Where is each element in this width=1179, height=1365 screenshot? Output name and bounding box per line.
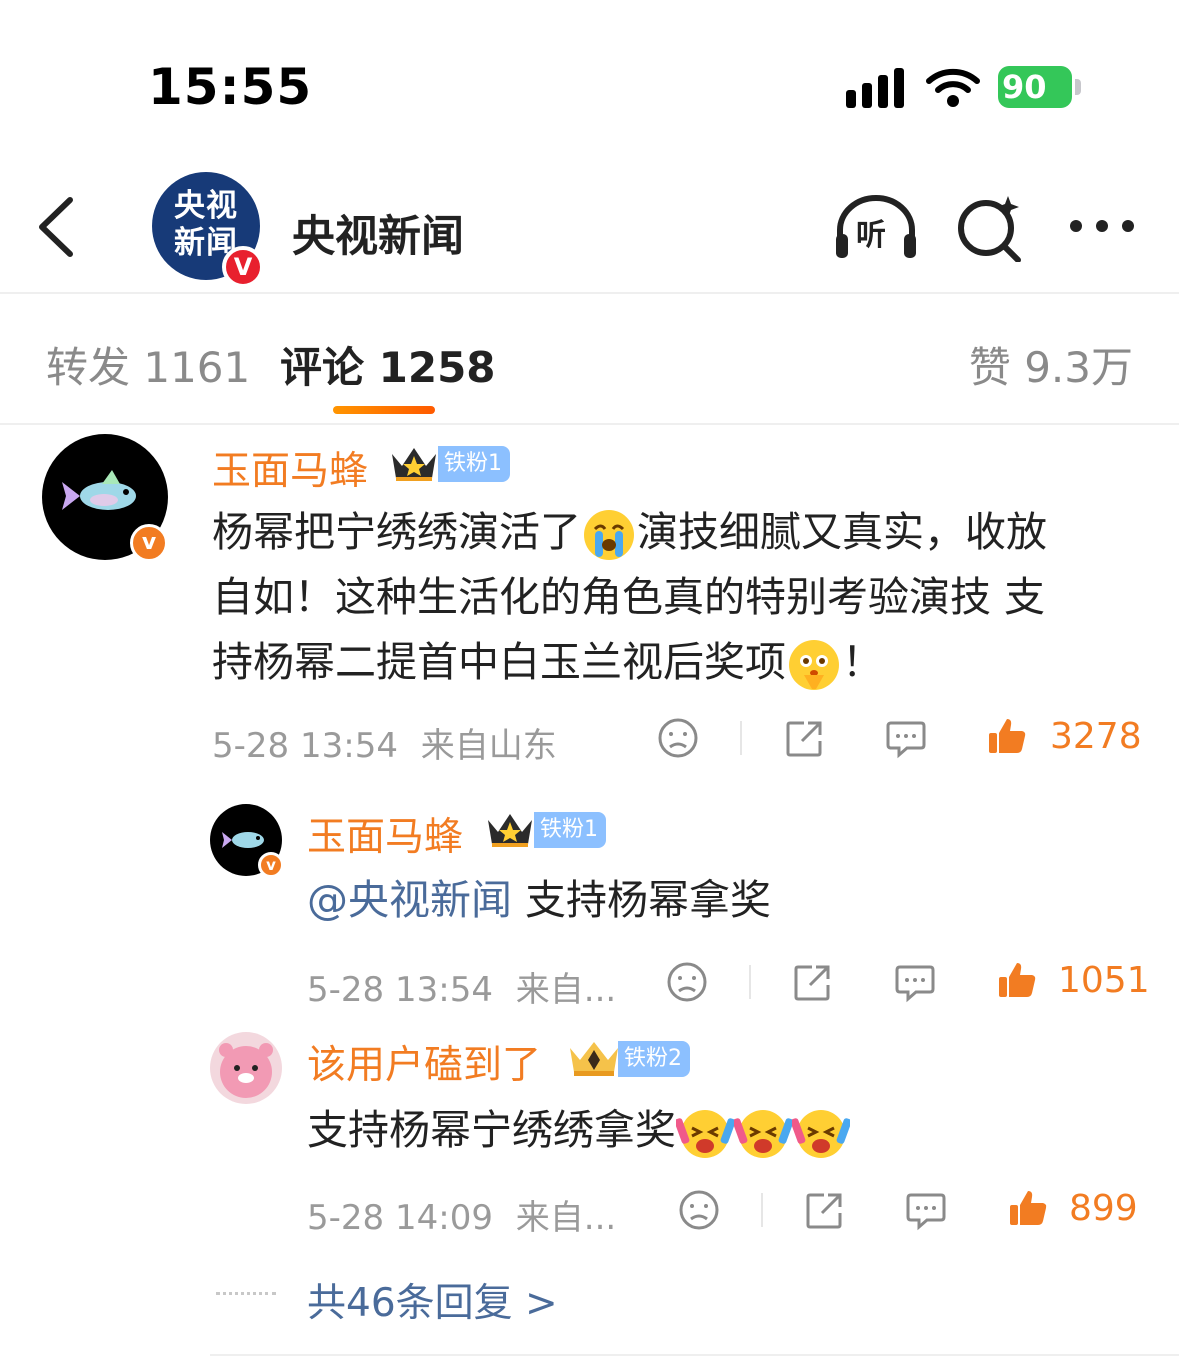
- header-divider: [0, 292, 1179, 294]
- comment-username[interactable]: 玉面马蜂: [212, 440, 368, 496]
- reply-username[interactable]: 玉面马蜂: [307, 806, 463, 862]
- cheering-emoji-icon: [734, 1110, 792, 1158]
- reply-icon[interactable]: [894, 961, 936, 1003]
- listen-button[interactable]: 听: [834, 192, 918, 262]
- comment-meta: 5-28 13:54 来自山东: [212, 718, 557, 767]
- reply-location: 来自...: [515, 1198, 617, 1238]
- fan-badge[interactable]: 铁粉2: [618, 1041, 690, 1077]
- comment-time: 5-28 13:54: [212, 726, 398, 766]
- like-icon[interactable]: [986, 715, 1028, 757]
- reply-icon[interactable]: [885, 717, 927, 759]
- reply-meta: 5-28 13:54 来自...: [307, 962, 616, 1011]
- cheering-emoji-icon: [792, 1110, 850, 1158]
- crown-icon: [488, 814, 532, 847]
- comment-text-part: 杨幂把宁绣绣演活了: [212, 508, 581, 556]
- like-count: 1051: [1058, 960, 1150, 1001]
- pleading-emoji-icon: [789, 640, 839, 690]
- tab-likes[interactable]: 赞 9.3万: [969, 334, 1133, 395]
- action-separator: [761, 1193, 763, 1227]
- listen-label: 听: [856, 218, 886, 253]
- crying-emoji-icon: [584, 510, 634, 560]
- comment-text-part: 持杨幂二提首中白玉兰视后奖项: [212, 638, 786, 686]
- like-icon[interactable]: [1007, 1187, 1049, 1229]
- back-arrow-icon[interactable]: [34, 196, 82, 258]
- action-separator: [749, 965, 751, 999]
- verified-badge-icon: v: [258, 852, 284, 878]
- cellular-signal-icon: [846, 68, 904, 108]
- page-title[interactable]: 央视新闻: [292, 202, 464, 264]
- more-options-icon[interactable]: [1066, 208, 1138, 244]
- crown-icon: [570, 1042, 618, 1076]
- comment-body: 杨幂把宁绣绣演活了 演技细腻又真实，收放 自如！这种生活化的角色真的特别考验演技 …: [212, 500, 1142, 695]
- fan-badge[interactable]: 铁粉1: [534, 812, 606, 848]
- status-time: 15:55: [148, 58, 313, 116]
- comment-location: 来自山东: [420, 726, 557, 766]
- share-icon[interactable]: [792, 961, 834, 1003]
- comment-text-part: 演技细腻又真实，收放: [637, 508, 1047, 556]
- active-tab-indicator: [333, 406, 435, 414]
- like-icon[interactable]: [996, 959, 1038, 1001]
- reply-time: 5-28 13:54: [307, 970, 493, 1010]
- share-icon[interactable]: [804, 1189, 846, 1231]
- tab-reposts[interactable]: 转发 1161: [46, 334, 250, 395]
- share-icon[interactable]: [784, 717, 826, 759]
- mention-link[interactable]: @央视新闻: [307, 876, 512, 924]
- like-count: 3278: [1050, 716, 1142, 757]
- battery-tip: [1075, 79, 1081, 95]
- avatar[interactable]: [210, 1032, 282, 1104]
- action-separator: [740, 721, 742, 755]
- reply-body: @央视新闻 支持杨幂拿奖: [307, 868, 1137, 933]
- battery-indicator: 90: [998, 66, 1082, 108]
- verified-badge-icon: v: [130, 524, 168, 562]
- tab-comments[interactable]: 评论 1258: [280, 334, 496, 395]
- dotted-divider: [216, 1292, 276, 1296]
- search-icon[interactable]: [956, 192, 1024, 262]
- weibo-comment-page: 15:55 90 央视新闻 V 央视新闻 听 转发 1161 评论 1258 赞…: [0, 0, 1179, 1365]
- crown-icon: [392, 448, 436, 481]
- dislike-icon[interactable]: [678, 1189, 720, 1231]
- comment-text-part: ！: [842, 638, 883, 686]
- reply-text: 支持杨幂拿奖: [512, 876, 772, 924]
- comment-text-part: 自如！这种生活化的角色真的特别考验演技 支: [212, 573, 1046, 621]
- like-count: 899: [1069, 1188, 1138, 1229]
- reply-username[interactable]: 该用户磕到了: [307, 1034, 541, 1090]
- fan-badge[interactable]: 铁粉1: [438, 446, 510, 482]
- comment-bottom-divider: [210, 1354, 1179, 1356]
- view-all-replies-link[interactable]: 共46条回复 >: [307, 1272, 558, 1328]
- reply-location: 来自...: [515, 970, 617, 1010]
- reply-icon[interactable]: [905, 1189, 947, 1231]
- reply-time: 5-28 14:09: [307, 1198, 493, 1238]
- reply-body: 支持杨幂宁绣绣拿奖: [307, 1098, 1137, 1163]
- tabs-divider: [0, 423, 1179, 425]
- pink-beaver-avatar-image: [219, 1043, 273, 1098]
- reply-meta: 5-28 14:09 来自...: [307, 1190, 616, 1239]
- cheering-emoji-icon: [676, 1110, 734, 1158]
- dislike-icon[interactable]: [657, 717, 699, 759]
- reply-text: 支持杨幂宁绣绣拿奖: [307, 1106, 676, 1154]
- battery-level: 90: [998, 66, 1072, 108]
- dislike-icon[interactable]: [666, 961, 708, 1003]
- wifi-icon: [926, 68, 980, 107]
- verified-badge-icon: V: [222, 246, 264, 288]
